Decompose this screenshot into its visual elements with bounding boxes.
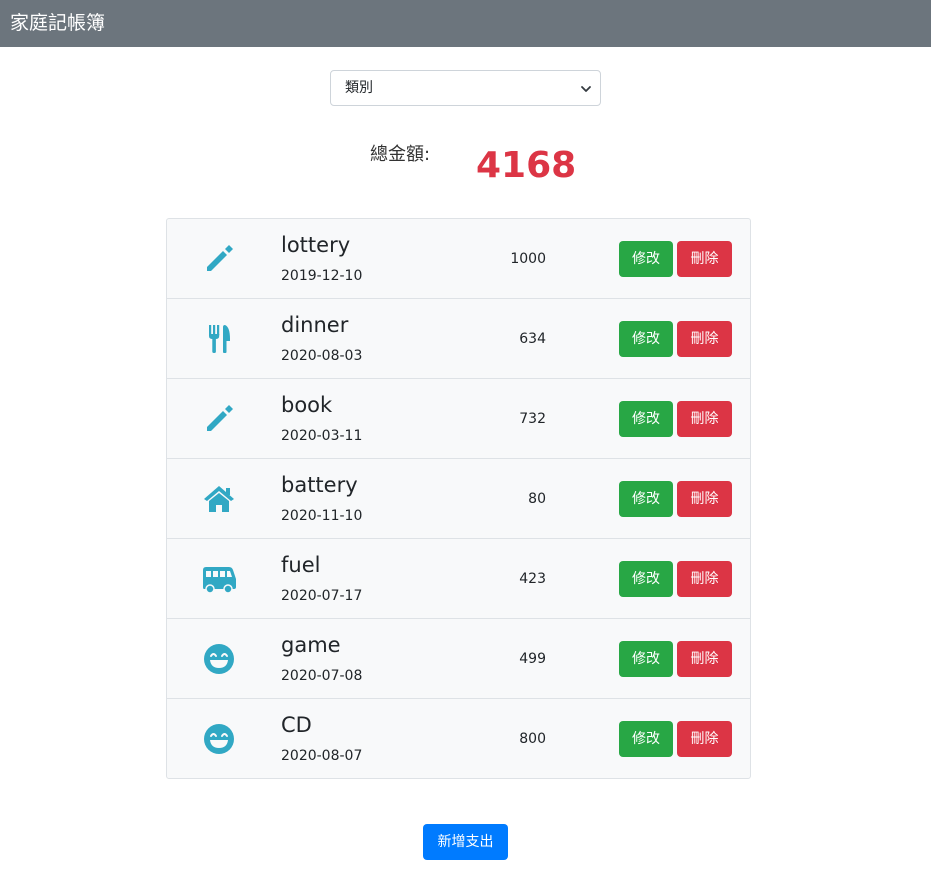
item-amount: 80: [528, 491, 546, 507]
edit-button[interactable]: 修改: [619, 641, 673, 677]
item-date: 2020-08-07: [281, 748, 363, 764]
expense-row: fuel 2020-07-17 423 修改 刪除: [167, 539, 750, 619]
expense-row: book 2020-03-11 732 修改 刪除: [167, 379, 750, 459]
pencil-icon: [207, 245, 233, 271]
expense-row: battery 2020-11-10 80 修改 刪除: [167, 459, 750, 539]
item-name: CD: [281, 713, 312, 737]
smile-icon: [204, 724, 234, 754]
category-select[interactable]: 類別: [330, 70, 601, 106]
item-amount: 800: [519, 731, 546, 747]
delete-button[interactable]: 刪除: [677, 641, 732, 677]
edit-button[interactable]: 修改: [619, 401, 673, 437]
expense-row: dinner 2020-08-03 634 修改 刪除: [167, 299, 750, 379]
item-date: 2020-07-08: [281, 668, 363, 684]
delete-button[interactable]: 刪除: [677, 401, 732, 437]
navbar: 家庭記帳簿: [0, 0, 931, 47]
item-name: game: [281, 633, 341, 657]
expense-list: lottery 2019-12-10 1000 修改 刪除 dinner 202…: [166, 218, 751, 779]
bus-icon: [203, 567, 236, 594]
delete-button[interactable]: 刪除: [677, 321, 732, 357]
delete-button[interactable]: 刪除: [677, 481, 732, 517]
item-name: battery: [281, 473, 358, 497]
item-name: fuel: [281, 553, 321, 577]
expense-row: CD 2020-08-07 800 修改 刪除: [167, 699, 750, 779]
utensils-icon: [209, 325, 230, 353]
item-amount: 634: [519, 331, 546, 347]
item-amount: 732: [519, 411, 546, 427]
edit-button[interactable]: 修改: [619, 481, 673, 517]
item-date: 2020-08-03: [281, 348, 363, 364]
delete-button[interactable]: 刪除: [677, 241, 732, 277]
edit-button[interactable]: 修改: [619, 561, 673, 597]
item-amount: 499: [519, 651, 546, 667]
smile-icon: [204, 644, 234, 674]
expense-row: game 2020-07-08 499 修改 刪除: [167, 619, 750, 699]
item-date: 2019-12-10: [281, 268, 363, 284]
category-select-value: 類別: [345, 80, 373, 96]
item-name: book: [281, 393, 333, 417]
item-date: 2020-11-10: [281, 508, 363, 524]
total-amount: 4168: [476, 145, 577, 186]
item-name: dinner: [281, 313, 349, 337]
item-name: lottery: [281, 233, 351, 257]
item-date: 2020-07-17: [281, 588, 363, 604]
total-label: 總金額:: [370, 144, 431, 165]
item-date: 2020-03-11: [281, 428, 363, 444]
edit-button[interactable]: 修改: [619, 321, 673, 357]
edit-button[interactable]: 修改: [619, 721, 673, 757]
app-title: 家庭記帳簿: [10, 12, 106, 34]
delete-button[interactable]: 刪除: [677, 721, 732, 757]
item-amount: 423: [519, 571, 546, 587]
add-expense-button[interactable]: 新增支出: [423, 824, 508, 860]
delete-button[interactable]: 刪除: [677, 561, 732, 597]
home-icon: [204, 486, 234, 512]
edit-button[interactable]: 修改: [619, 241, 673, 277]
item-amount: 1000: [510, 251, 546, 267]
chevron-down-icon: [581, 86, 591, 92]
pencil-icon: [207, 405, 233, 431]
expense-row: lottery 2019-12-10 1000 修改 刪除: [167, 219, 750, 299]
